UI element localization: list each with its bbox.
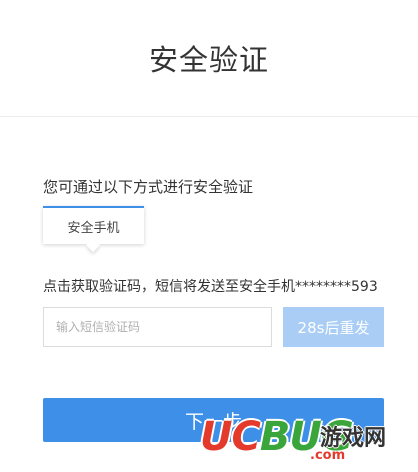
watermark-logo: UCBUG 游戏网 .com	[200, 414, 412, 466]
watermark-domain: .com	[310, 448, 346, 463]
tab-secure-phone[interactable]: 安全手机	[43, 206, 144, 244]
sms-info-text: 点击获取验证码，短信将发送至安全手机********593	[43, 279, 378, 295]
header: 安全验证	[0, 0, 418, 117]
page-title: 安全验证	[148, 43, 269, 77]
resend-code-button[interactable]: 28s后重发	[283, 307, 384, 347]
sms-code-input[interactable]	[43, 307, 272, 347]
verify-prompt: 您可通过以下方式进行安全验证	[43, 178, 254, 196]
